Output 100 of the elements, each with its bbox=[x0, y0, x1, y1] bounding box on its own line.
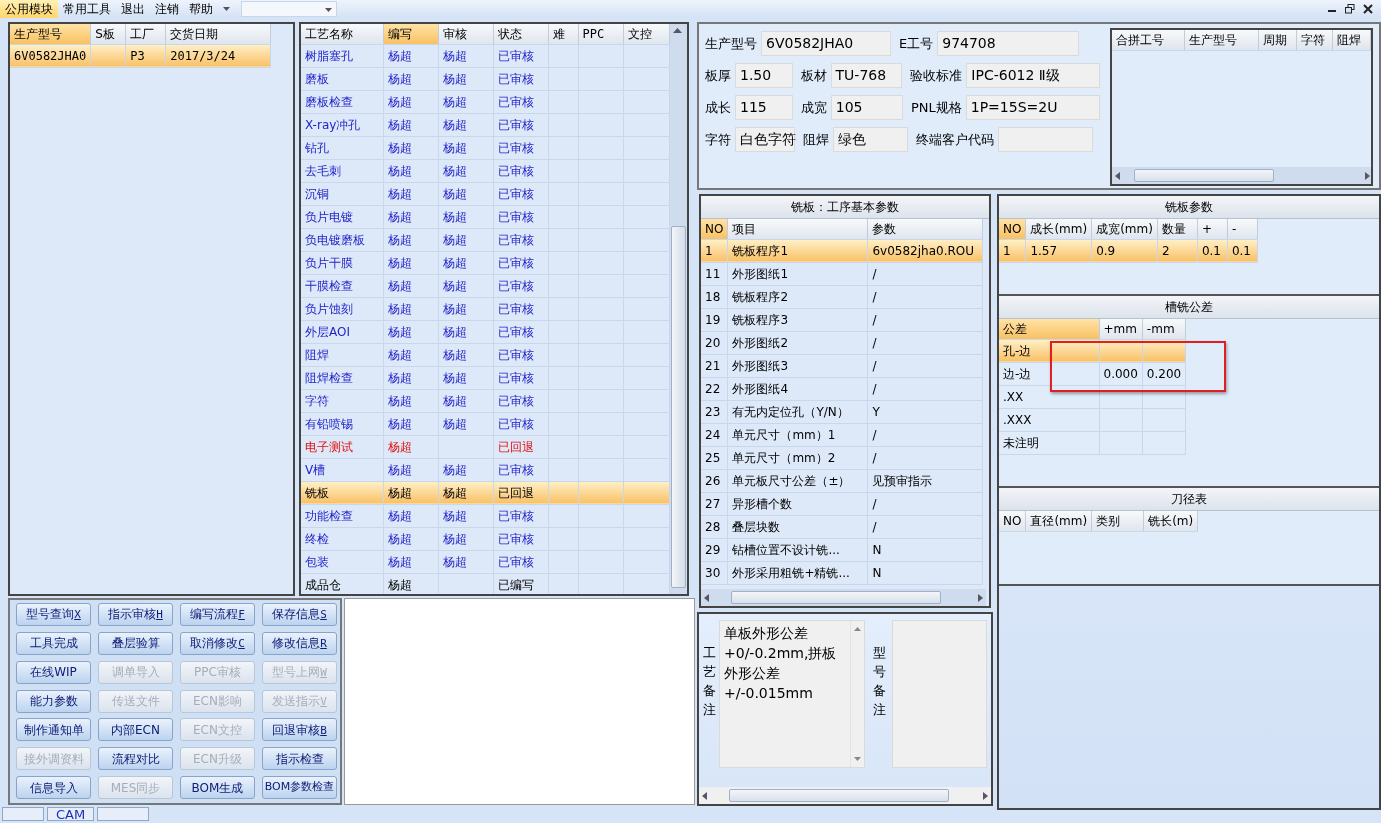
column-header[interactable]: 工厂 bbox=[125, 24, 166, 44]
up-arrow-icon[interactable] bbox=[854, 627, 861, 631]
scroll-thumb[interactable] bbox=[1134, 169, 1274, 182]
action-button[interactable]: 制作通知单 bbox=[16, 718, 91, 742]
menu-item[interactable]: 帮助 bbox=[184, 0, 218, 18]
input-field[interactable]: 1P=15S=2U bbox=[965, 95, 1100, 120]
column-header[interactable]: PPC bbox=[578, 24, 623, 44]
action-button[interactable]: 型号查询X bbox=[16, 603, 91, 626]
action-button[interactable]: 回退审核B bbox=[262, 718, 337, 742]
input-field[interactable]: 6V0582JHA0 bbox=[761, 31, 891, 56]
dropdown-icon[interactable] bbox=[324, 7, 333, 13]
column-header[interactable]: 生产型号 bbox=[10, 24, 91, 44]
input-field[interactable]: IPC-6012 Ⅱ级 bbox=[966, 63, 1100, 88]
table-cell: 外形图纸1 bbox=[727, 262, 868, 285]
action-button[interactable]: 保存信息S bbox=[262, 603, 337, 626]
table-cell: 终检 bbox=[301, 527, 383, 550]
tab[interactable] bbox=[2, 807, 44, 821]
menu-item[interactable]: 公用模块 bbox=[0, 0, 58, 18]
action-button[interactable]: 信息导入 bbox=[16, 776, 91, 800]
table-cell: 杨超 bbox=[383, 389, 438, 412]
table-cell: 11 bbox=[701, 262, 728, 285]
column-header[interactable]: 文控 bbox=[623, 24, 669, 44]
input-field[interactable]: 974708 bbox=[937, 31, 1080, 56]
action-button[interactable]: 编写流程F bbox=[180, 603, 255, 626]
dropdown-icon[interactable] bbox=[222, 6, 231, 12]
scroll-thumb[interactable] bbox=[729, 789, 949, 802]
column-header[interactable]: 合拼工号 bbox=[1112, 30, 1185, 50]
table-cell: 电子测试 bbox=[301, 435, 383, 458]
column-header[interactable]: 交货日期 bbox=[165, 24, 271, 44]
action-button[interactable]: 在线WIP bbox=[16, 660, 91, 684]
column-header[interactable]: 审核 bbox=[438, 24, 493, 44]
down-arrow-icon[interactable] bbox=[854, 757, 861, 761]
scrollbar[interactable] bbox=[701, 589, 986, 606]
column-header[interactable]: 工艺名称 bbox=[301, 24, 383, 44]
action-button[interactable]: BOM参数检查 bbox=[262, 776, 337, 800]
column-header[interactable]: -mm bbox=[1142, 319, 1186, 339]
input-field[interactable]: 105 bbox=[830, 95, 903, 120]
column-header[interactable]: NO bbox=[999, 219, 1026, 239]
column-header[interactable]: +mm bbox=[1099, 319, 1143, 339]
scroll-thumb[interactable] bbox=[671, 226, 686, 588]
scrollbar[interactable] bbox=[699, 787, 991, 804]
action-button[interactable]: BOM生成 bbox=[180, 776, 255, 800]
column-header[interactable]: 难 bbox=[548, 24, 578, 44]
scrollbar[interactable] bbox=[1112, 167, 1371, 184]
column-header[interactable]: S板 bbox=[90, 24, 126, 44]
action-button[interactable]: 内部ECN bbox=[98, 718, 173, 742]
column-header[interactable]: 项目 bbox=[727, 219, 868, 239]
table-cell: 0.200 bbox=[1142, 362, 1186, 385]
table-cell: 铣板 bbox=[301, 481, 383, 504]
input-field[interactable]: 115 bbox=[735, 95, 793, 120]
action-button[interactable]: 流程对比 bbox=[98, 747, 173, 771]
scroll-thumb[interactable] bbox=[731, 591, 941, 604]
table-cell: 叠层块数 bbox=[727, 515, 868, 538]
column-header[interactable]: 直径(mm) bbox=[1025, 511, 1092, 531]
column-header[interactable]: 成长(mm) bbox=[1025, 219, 1092, 239]
column-header[interactable]: 阻焊 bbox=[1332, 30, 1371, 50]
restore-icon[interactable] bbox=[1345, 4, 1355, 14]
scrollbar[interactable] bbox=[670, 24, 687, 594]
tab[interactable] bbox=[97, 807, 150, 821]
table-cell: 磨板检查 bbox=[301, 90, 383, 113]
action-button[interactable]: 能力参数 bbox=[16, 689, 91, 713]
scrollbar[interactable] bbox=[850, 621, 864, 767]
input-field[interactable]: 1.50 bbox=[735, 63, 793, 88]
action-button[interactable]: 叠层验算 bbox=[98, 631, 173, 655]
input-field[interactable]: 绿色 bbox=[833, 127, 908, 152]
action-button[interactable]: 工具完成 bbox=[16, 631, 91, 655]
menu-item[interactable]: 常用工具 bbox=[58, 0, 116, 18]
column-header[interactable]: 数量 bbox=[1157, 219, 1198, 239]
table-cell: 沉铜 bbox=[301, 182, 383, 205]
bottom-tab[interactable]: CAM bbox=[47, 807, 95, 821]
column-header[interactable]: NO bbox=[701, 219, 728, 239]
table-cell: 1 bbox=[701, 239, 728, 262]
column-header[interactable]: 成宽(mm) bbox=[1091, 219, 1158, 239]
column-header[interactable]: 公差 bbox=[999, 319, 1099, 339]
column-header[interactable]: 铣长(m) bbox=[1143, 511, 1198, 531]
column-header[interactable]: + bbox=[1197, 219, 1228, 239]
column-header[interactable]: 周期 bbox=[1258, 30, 1297, 50]
action-button[interactable]: 指示检查 bbox=[262, 747, 337, 771]
table-cell bbox=[1099, 385, 1143, 408]
action-button[interactable]: 取消修改C bbox=[180, 631, 255, 655]
column-header[interactable]: 编写 bbox=[383, 24, 438, 44]
action-button[interactable]: 修改信息R bbox=[262, 631, 337, 655]
input-field[interactable]: 白色字符 bbox=[735, 127, 795, 152]
input-field[interactable]: TU-768 bbox=[830, 63, 903, 88]
table-cell: / bbox=[867, 492, 983, 515]
column-header[interactable]: - bbox=[1227, 219, 1258, 239]
action-button[interactable]: 指示审核H bbox=[98, 603, 173, 626]
table-cell: 已审核 bbox=[493, 412, 548, 435]
menu-item[interactable]: 注销 bbox=[150, 0, 184, 18]
table-cell: 杨超 bbox=[383, 320, 438, 343]
column-header[interactable]: 类别 bbox=[1091, 511, 1144, 531]
column-header[interactable]: NO bbox=[999, 511, 1026, 531]
column-header[interactable]: 字符 bbox=[1296, 30, 1333, 50]
input-field[interactable] bbox=[998, 127, 1093, 152]
column-header[interactable]: 生产型号 bbox=[1184, 30, 1259, 50]
table-cell: 杨超 bbox=[438, 527, 493, 550]
column-header[interactable]: 参数 bbox=[867, 219, 983, 239]
column-header[interactable]: 状态 bbox=[493, 24, 548, 44]
menu-item[interactable]: 退出 bbox=[116, 0, 150, 18]
close-icon[interactable] bbox=[1363, 4, 1373, 14]
